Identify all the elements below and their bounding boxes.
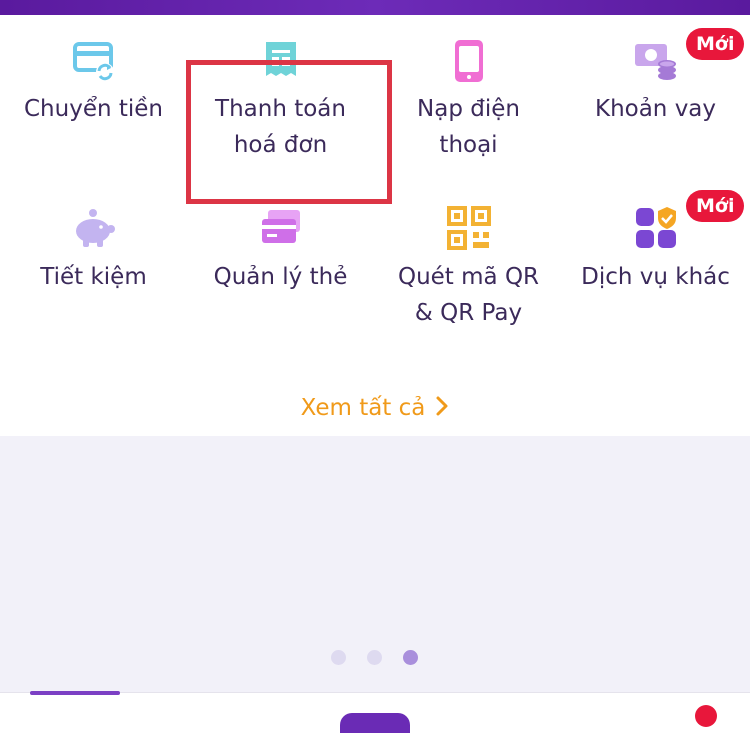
- phone-icon: [446, 38, 492, 84]
- tile-label: Chuyển tiền: [24, 96, 163, 122]
- tile-tiet-kiem[interactable]: Tiết kiệm: [0, 195, 187, 345]
- qr-code-icon: [446, 205, 492, 251]
- tile-quan-ly-the[interactable]: Quản lý thẻ: [187, 195, 374, 345]
- card-transfer-icon: [71, 38, 117, 84]
- highlight-box: [186, 60, 392, 204]
- tile-label: Tiết kiệm: [40, 264, 147, 290]
- status-bar-strip: [0, 0, 750, 15]
- chevron-right-icon: [435, 391, 449, 429]
- quick-menu-panel: Chuyển tiền Thanh toán hoá đơn Nạp điện …: [0, 15, 750, 436]
- apps-shield-icon: [633, 205, 679, 251]
- tile-label: Nạp điện thoại: [417, 96, 520, 158]
- tile-nap-dien-thoai[interactable]: Nạp điện thoại: [375, 15, 562, 185]
- new-badge: Mới: [686, 190, 745, 222]
- see-all-label: Xem tất cả: [300, 395, 426, 421]
- money-coins-icon: [633, 38, 679, 84]
- carousel-pagination: [0, 650, 750, 666]
- tile-label: Quét mã QR & QR Pay: [397, 264, 540, 326]
- tile-label: Dịch vụ khác: [581, 264, 730, 290]
- carousel-dot[interactable]: [331, 650, 346, 665]
- tile-label: Khoản vay: [594, 96, 717, 122]
- bottom-navigation: [0, 691, 750, 733]
- see-all-link[interactable]: Xem tất cả: [0, 389, 750, 429]
- piggy-bank-icon: [71, 205, 117, 251]
- new-badge: Mới: [686, 28, 745, 60]
- nav-center-button[interactable]: [340, 713, 410, 733]
- nav-active-indicator: [30, 691, 120, 695]
- carousel-dot-active[interactable]: [403, 650, 418, 665]
- tile-label: Quản lý thẻ: [213, 264, 348, 290]
- tile-quet-ma-qr[interactable]: Quét mã QR & QR Pay: [375, 195, 562, 345]
- tile-dich-vu-khac[interactable]: Mới Dịch vụ khác: [562, 190, 749, 345]
- cards-icon: [258, 205, 304, 251]
- tile-chuyen-tien[interactable]: Chuyển tiền: [0, 15, 187, 185]
- notification-dot: [695, 705, 717, 727]
- carousel-dot[interactable]: [367, 650, 382, 665]
- tile-khoan-vay[interactable]: Mới Khoản vay: [562, 15, 749, 185]
